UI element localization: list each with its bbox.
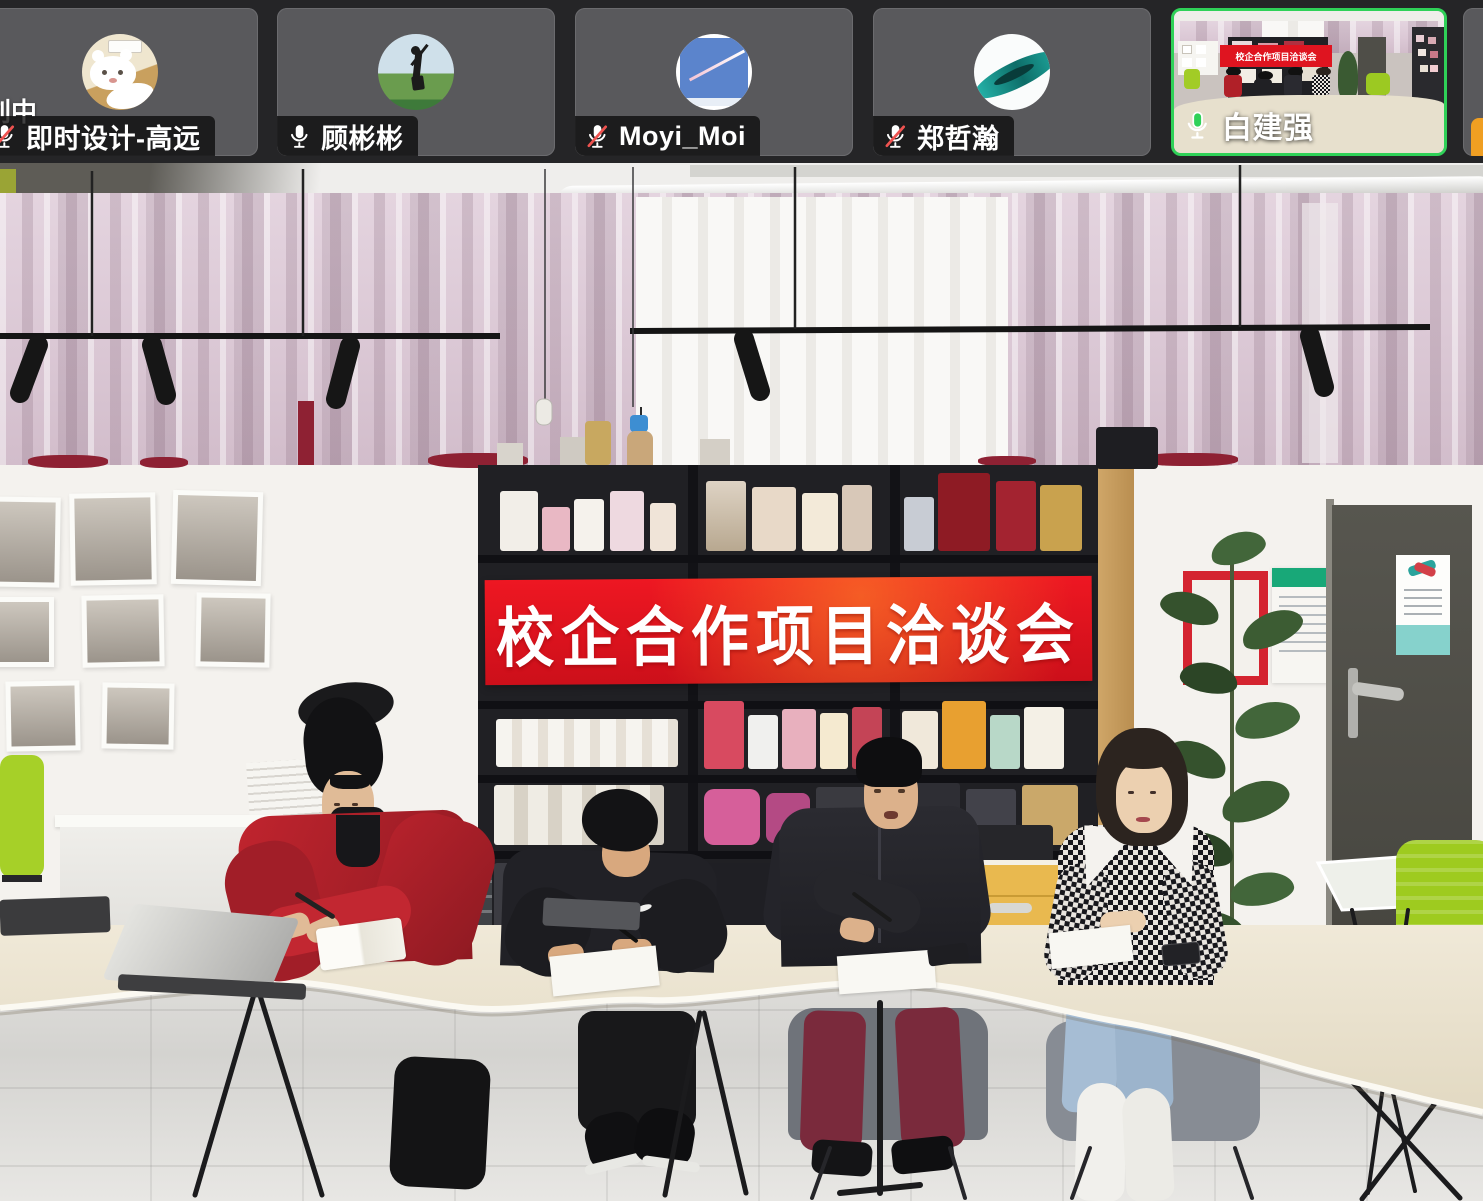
mini-banner-text: 校企合作项目洽谈会 [1235, 50, 1316, 63]
participant-tile-2[interactable]: 顾彬彬 [277, 8, 555, 156]
orange-avatar-partial-icon [1471, 118, 1483, 156]
teal-brush-avatar-icon [974, 34, 1050, 110]
name-label: 郑哲瀚 [873, 116, 1014, 156]
participant-name: 顾彬彬 [321, 117, 404, 156]
p3-hair [856, 737, 922, 787]
participant-name: 即时设计-高远 [26, 117, 201, 156]
participant-tile-4[interactable]: 郑哲瀚 [873, 8, 1151, 156]
name-label: 即时设计-高远 [0, 116, 215, 156]
p4-mouth [1136, 817, 1150, 822]
blue-abstract-avatar-icon [676, 34, 752, 110]
mic-muted-icon [584, 123, 610, 149]
mic-on-icon [286, 123, 312, 149]
p4-phone [1161, 941, 1201, 966]
golfer-photo-avatar-icon [378, 34, 454, 110]
participant-name: 郑哲瀚 [917, 117, 1000, 156]
gray-device [542, 897, 640, 930]
meeting-app-window: 刘中 即时设计-高远 [0, 0, 1483, 1201]
p3-paper [837, 950, 936, 995]
participant-name: 白建强 [1222, 103, 1314, 147]
participant-tile-5-active[interactable]: 校企合作项目洽谈会 白建强 [1171, 8, 1447, 156]
dark-laptop-left [0, 896, 111, 936]
mic-speaking-icon [1182, 110, 1212, 140]
participant-tile-6-partial[interactable] [1463, 8, 1483, 156]
participant-tile-1[interactable]: 刘中 即时设计-高远 [0, 8, 258, 156]
meeting-table [0, 163, 1483, 1201]
name-label: 白建强 [1182, 103, 1314, 147]
participant-strip: 刘中 即时设计-高远 [0, 0, 1483, 163]
name-label: Moyi_Moi [575, 116, 760, 156]
p3-mouth-speaking [884, 811, 898, 819]
name-label: 顾彬彬 [277, 116, 418, 156]
participant-name: Moyi_Moi [619, 121, 746, 152]
participant-tile-3[interactable]: Moyi_Moi [575, 8, 853, 156]
mic-muted-icon [0, 123, 17, 149]
cat-photo-avatar-icon [82, 34, 158, 110]
mic-muted-icon [882, 123, 908, 149]
p4-face [1116, 761, 1172, 833]
main-video[interactable]: 校企合作项目洽谈会 [0, 163, 1483, 1201]
